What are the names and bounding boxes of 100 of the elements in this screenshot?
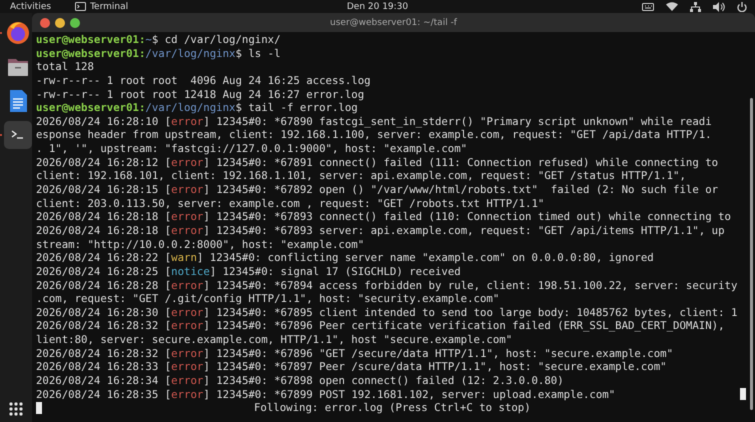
log-level: error xyxy=(171,388,204,402)
log-timestamp: 2026/08/24 16:28:30 xyxy=(36,306,160,320)
keyboard-icon[interactable] xyxy=(642,2,654,10)
log-level: error xyxy=(171,224,204,238)
terminal-icon[interactable] xyxy=(75,2,86,11)
bracket: ] xyxy=(203,156,210,170)
bracket: [ xyxy=(164,224,172,238)
clock[interactable]: Den 20 19:30 xyxy=(346,2,408,12)
log-message: 12345#0: *67896 "GET /secure/data HTTP/1.1", host: "secure.example.com" xyxy=(215,346,674,360)
app-menu[interactable]: Terminal xyxy=(75,2,128,12)
log-message: 12345#0: signal 17 (SIGCHLD) received xyxy=(222,264,461,279)
window-title: user@webserver01: ~/tail -f xyxy=(330,18,457,28)
log-level: error xyxy=(171,278,204,292)
output-line: lient:80, server: secure.example.com, HTTP/1.1", host "secure.example.com" xyxy=(36,333,512,347)
bracket: ] xyxy=(203,114,210,128)
bracket: ] xyxy=(203,224,210,238)
log-level: error xyxy=(171,374,204,388)
network-icon[interactable] xyxy=(690,2,701,12)
bracket: ] xyxy=(203,210,210,224)
log-level: error xyxy=(171,156,204,170)
log-message: 12345#0: *67896 Peer certificate verification failed (ERR_SSL_BAD_CERT_DOMAIN), xyxy=(215,319,725,334)
log-timestamp: 2026/08/24 16:28:22 xyxy=(36,251,160,265)
minimize-button[interactable] xyxy=(55,18,65,28)
output-line: client: 203.0.113.50, server: example.com , request: "GET /robots.txt HTTP/1.1" xyxy=(36,196,544,210)
maximize-button[interactable] xyxy=(70,18,80,28)
activities-button[interactable]: Activities xyxy=(8,2,54,12)
bracket: ] xyxy=(203,360,210,374)
browser-icon[interactable] xyxy=(6,21,30,45)
bracket: ] xyxy=(203,278,210,292)
bracket: [ xyxy=(164,251,172,265)
log-level: error xyxy=(171,210,204,224)
log-timestamp: 2026/08/24 16:28:25 xyxy=(36,264,160,279)
log-level: error xyxy=(171,183,204,197)
prompt-user: user@webserver01: xyxy=(36,101,146,115)
log-level: error xyxy=(171,306,204,320)
output-line: -rw-r--r-- 1 root root 4096 Aug 24 16:25 access.log xyxy=(36,74,371,88)
log-timestamp: 2026/08/24 16:28:12 xyxy=(36,156,160,170)
log-timestamp: 2026/08/24 16:28:28 xyxy=(36,278,160,292)
log-message: 12345#0: *67899 POST 192.1681.102, server: upload.example.com" xyxy=(215,388,616,402)
command-text: $ ls -l xyxy=(235,46,281,60)
log-message: 12345#0: *67898 open connect() failed (12: 2.3.0.0.80) xyxy=(215,374,564,388)
cursor xyxy=(36,402,42,414)
log-message: 12345#0: *67892 open () "/var/www/html/robots.txt" failed (2: No such file or xyxy=(215,183,718,197)
bracket: [ xyxy=(164,388,172,402)
power-icon[interactable] xyxy=(737,2,747,12)
log-message: 12345#0: *67894 access forbidden by rule, client: 198.51.100.22, server: security xyxy=(215,278,738,292)
log-level: warn xyxy=(171,251,197,265)
prompt-user: user@webserver01: xyxy=(36,46,146,60)
command-text: $ tail -f error.log xyxy=(235,101,358,115)
bracket: [ xyxy=(164,374,172,388)
output-line: total 128 xyxy=(36,60,94,74)
log-level: notice xyxy=(171,264,210,279)
log-level: error xyxy=(171,346,204,360)
log-timestamp: 2026/08/24 16:28:35 xyxy=(36,388,160,402)
log-message: 12345#0: *67895 client intended to send too large body: 10485762 bytes, client: 1 xyxy=(215,306,738,320)
log-timestamp: 2026/08/24 16:28:15 xyxy=(36,183,160,197)
log-message: 12345#0: *67897 Peer /scure/data HTTP/1.1", host: "secure.example.com" xyxy=(215,360,667,374)
output-line: -rw-r--r-- 1 root root 12418 Aug 24 16:27 error.log xyxy=(36,88,364,102)
bracket: [ xyxy=(164,319,172,334)
bracket: [ xyxy=(164,278,172,292)
bracket: [ xyxy=(164,183,172,197)
output-line: stream: "http://10.0.0.2:8000", host: "example.com" xyxy=(36,238,364,252)
log-timestamp: 2026/08/24 16:28:18 xyxy=(36,224,160,238)
bracket: [ xyxy=(164,210,172,224)
log-level: error xyxy=(171,360,204,374)
log-timestamp: 2026/08/24 16:28:32 xyxy=(36,319,160,334)
bracket: ] xyxy=(203,346,210,360)
log-message: 12345#0: *67890 fastcgi_sent_in_stderr() "Primary script unknown" while readi xyxy=(215,114,712,128)
bracket: [ xyxy=(164,156,172,170)
output-line: client: 192.168.101, client: 192.168.1.101, server: api.example.com, request: "GET /status HTTP/1.1", xyxy=(36,169,686,184)
cursor xyxy=(740,388,746,400)
wifi-icon[interactable] xyxy=(666,2,678,11)
bracket: ] xyxy=(210,264,216,279)
log-message: 12345#0: *67893 server: api.example.com, request: "GET /api/items HTTP/1.1", up xyxy=(215,224,725,238)
log-timestamp: 2026/08/24 16:28:33 xyxy=(36,360,160,374)
bracket: ] xyxy=(203,319,210,334)
bracket: [ xyxy=(164,360,172,374)
log-message: 12345#0: *67891 connect() failed (111: Connection refused) while connecting to xyxy=(215,156,718,170)
volume-icon[interactable] xyxy=(713,2,725,12)
prompt-path: /var/log/nginx xyxy=(145,101,236,115)
bracket: [ xyxy=(164,306,172,320)
output-line: esponse header from upstream, client: 192.168.1.100, server: example.com, request: "GET /api/data HTTP/1. xyxy=(36,128,712,142)
bracket: [ xyxy=(164,264,172,279)
prompt-path: /var/log/nginx xyxy=(145,46,236,60)
close-button[interactable] xyxy=(40,18,50,28)
bracket: ] xyxy=(203,306,210,320)
app-grid-icon[interactable] xyxy=(9,402,23,416)
bracket: ] xyxy=(203,388,210,402)
prompt-path: ~ xyxy=(145,33,152,47)
output-line: .com, request: "GET /.git/config HTTP/1.1", host: "security.example.com" xyxy=(36,292,500,306)
log-timestamp: 2026/08/24 16:28:32 xyxy=(36,346,160,360)
log-timestamp: 2026/08/24 16:28:10 xyxy=(36,114,160,128)
output-line: . 1", '", upstream: "fastcgi://127.0.0.1:9000", host: "example.com" xyxy=(36,142,468,156)
log-level: error xyxy=(171,114,204,128)
scrollbar[interactable] xyxy=(750,98,753,410)
bracket: ] xyxy=(196,251,204,265)
prompt-user: user@webserver01: xyxy=(36,33,146,47)
log-message: 12345#0: *67893 connect() failed (110: Connection timed out) while connecting to xyxy=(215,210,731,224)
bracket: ] xyxy=(203,374,210,388)
log-message: 12345#0: conflicting server name "example.com" on 0.0.0.0:80, ignored xyxy=(208,251,654,265)
